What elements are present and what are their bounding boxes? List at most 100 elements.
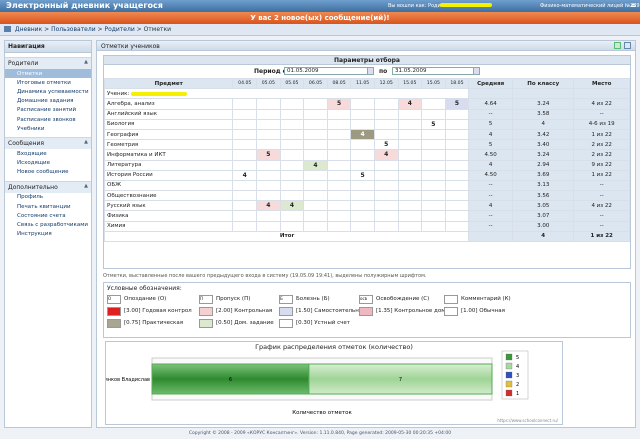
- subject-cell: Литература: [103, 159, 234, 171]
- mark-cell: [373, 190, 399, 202]
- sidebar-item[interactable]: Итоговые отметки: [5, 78, 91, 87]
- mark-cell[interactable]: 4: [256, 200, 281, 212]
- avg-cell: [468, 88, 514, 100]
- place-cell: 4-6 из 19: [573, 118, 630, 130]
- breadcrumb-item[interactable]: Родители: [104, 26, 134, 33]
- message-notification[interactable]: У вас 2 новое(ых) сообщение(ий)!: [0, 12, 640, 24]
- x-axis-label: Количество отметок: [292, 410, 352, 416]
- mark-cell: [421, 190, 446, 202]
- sidebar-item[interactable]: Домашние задания: [5, 97, 91, 106]
- series-name: 2: [516, 382, 519, 388]
- breadcrumb-current: Отметки: [143, 26, 172, 33]
- mark-cell[interactable]: 5: [421, 118, 446, 130]
- sidebar-item[interactable]: Исходящие: [5, 159, 91, 168]
- mark-cell: [256, 98, 281, 110]
- sidebar-group[interactable]: Дополнительно ▲: [5, 180, 91, 193]
- mark-cell: [303, 200, 328, 212]
- mark-cell: [256, 108, 281, 120]
- place-cell: --: [573, 220, 630, 232]
- mark-cell: [350, 200, 375, 212]
- legend-label: [0.30] Устный счет: [296, 320, 350, 326]
- sidebar-item[interactable]: Связь с разработчиками: [5, 220, 91, 229]
- sidebar-group[interactable]: Родители ▲: [5, 57, 91, 69]
- breadcrumb-item[interactable]: Дневник: [15, 26, 42, 33]
- sidebar-item[interactable]: Расписание занятий: [5, 106, 91, 115]
- legend-label: Комментарий (К): [461, 296, 511, 302]
- mark-cell: [444, 139, 470, 151]
- class-cell: 3.24: [512, 149, 575, 161]
- mark-cell: [256, 210, 281, 222]
- mark-cell[interactable]: 4: [350, 128, 375, 141]
- mark-cell: [279, 190, 305, 202]
- mark-cell[interactable]: 5: [350, 169, 375, 181]
- avg-cell: 4.64: [468, 98, 514, 110]
- chevron-down-icon[interactable]: [473, 68, 479, 74]
- mark-cell: [326, 200, 352, 212]
- class-cell: 3.00: [512, 220, 575, 232]
- breadcrumb-item[interactable]: Пользователи: [51, 26, 96, 33]
- mark-cell: [303, 210, 328, 222]
- sidebar-item[interactable]: Входящие: [5, 149, 91, 158]
- sidebar-item[interactable]: Профиль: [5, 193, 91, 202]
- sidebar-group[interactable]: Сообщения ▲: [5, 137, 91, 150]
- mark-cell: [279, 149, 305, 161]
- mark-cell: [444, 190, 470, 202]
- avg-cell: 5: [468, 118, 514, 130]
- mark-cell: [232, 128, 258, 141]
- mark-cell[interactable]: 5: [444, 98, 470, 110]
- home-icon[interactable]: [4, 26, 11, 32]
- mark-cell[interactable]: 5: [256, 149, 281, 161]
- sidebar-item[interactable]: Печать квитанции: [5, 202, 91, 211]
- mark-cell: [326, 220, 352, 232]
- col-header: Предмет: [103, 77, 234, 90]
- exit-icon[interactable]: ⏏: [630, 2, 636, 9]
- place-cell: 2 из 22: [573, 139, 630, 151]
- period-to-input[interactable]: 31.05.2009: [392, 67, 480, 75]
- place-cell: 2 из 22: [573, 149, 630, 161]
- mark-cell: [350, 190, 375, 202]
- class-cell: 3.69: [512, 169, 575, 181]
- mark-cell[interactable]: 5: [373, 139, 399, 151]
- period-from-input[interactable]: 01.05.2009: [284, 67, 374, 75]
- legend-swatch: О: [107, 295, 121, 304]
- mark-cell[interactable]: 4: [373, 149, 399, 161]
- mark-cell[interactable]: 5: [326, 98, 352, 110]
- chevron-down-icon[interactable]: [367, 68, 373, 74]
- sidebar-item[interactable]: Отметки: [5, 69, 91, 79]
- collapse-icon[interactable]: ▲: [84, 183, 88, 189]
- mark-cell: [421, 210, 446, 222]
- subject-cell: Русский язык: [103, 200, 234, 212]
- mark-cell: [397, 128, 423, 141]
- mark-cell: [373, 98, 399, 110]
- legend-label: Болезнь (Б): [296, 296, 330, 302]
- collapse-icon[interactable]: ▲: [84, 139, 88, 145]
- sidebar-item[interactable]: Динамика успеваемости: [5, 87, 91, 96]
- mark-cell[interactable]: 4: [279, 200, 305, 212]
- sidebar-item[interactable]: Инструкция: [5, 230, 91, 239]
- total-place: 1 из 22: [573, 230, 630, 243]
- sidebar-item[interactable]: Учебники: [5, 124, 91, 133]
- legend-label: Опоздание (О): [124, 296, 167, 302]
- sidebar-item[interactable]: Расписание звонков: [5, 115, 91, 124]
- mark-cell: [279, 220, 305, 232]
- sidebar-item[interactable]: Новое сообщение: [5, 168, 91, 177]
- mark-cell: [421, 108, 446, 120]
- mark-cell[interactable]: 4: [397, 98, 423, 110]
- print-icon[interactable]: [624, 42, 631, 49]
- mark-cell: [232, 159, 258, 171]
- redacted-pupil-name: [131, 91, 188, 96]
- collapse-icon[interactable]: ▲: [84, 59, 88, 65]
- legend-label: [1.50] Самостоятельная: [296, 308, 366, 314]
- page-title: Отметки учеников: [101, 43, 160, 50]
- mark-cell: [444, 149, 470, 161]
- sidebar-group-label: Дополнительно: [8, 183, 58, 191]
- mark-cell[interactable]: 4: [232, 169, 258, 181]
- mark-cell[interactable]: 4: [303, 159, 328, 171]
- legend-label: [3.00] Годовая контрол: [124, 308, 192, 314]
- mark-cell: [279, 210, 305, 222]
- sidebar-item[interactable]: Состояние счета: [5, 211, 91, 220]
- export-excel-icon[interactable]: [614, 42, 621, 49]
- avg-cell: --: [468, 108, 514, 120]
- place-cell: --: [573, 179, 630, 192]
- period-from-value: 01.05.2009: [287, 68, 319, 74]
